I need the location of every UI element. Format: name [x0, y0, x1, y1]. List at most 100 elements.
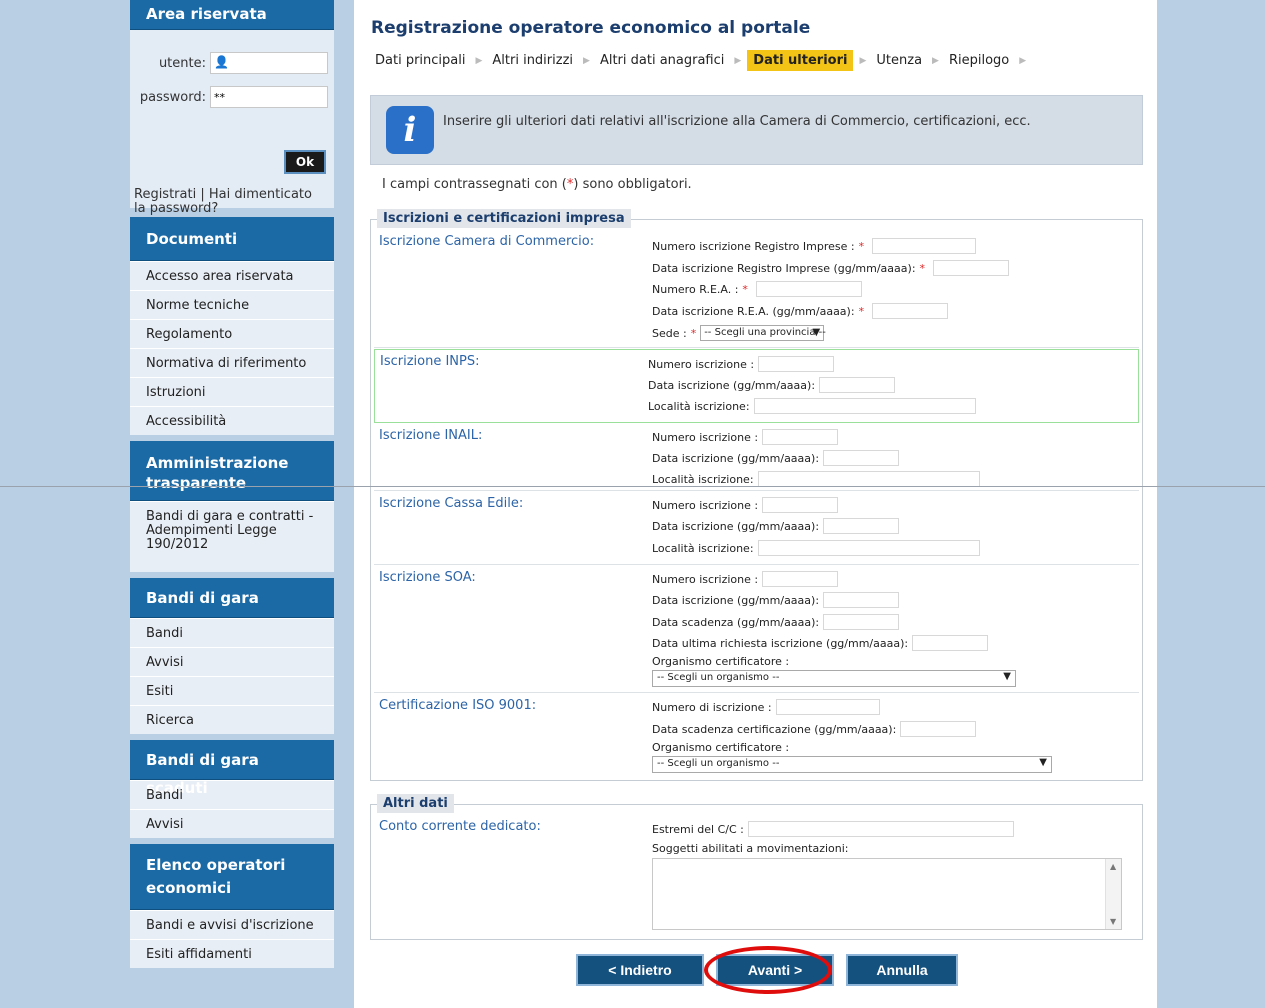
section-cassa-edile: Iscrizione Cassa Edile: Numero iscrizion…	[374, 492, 1139, 565]
sidebar-item-bandi-iscrizione[interactable]: Bandi e avvisi d'iscrizione	[130, 910, 334, 939]
operators-title: Elenco operatori economici	[130, 844, 334, 910]
field-inps-numero: Numero iscrizione :	[648, 356, 835, 372]
inps-data-input[interactable]	[819, 377, 896, 393]
user-field-wrap: 👤	[210, 52, 328, 74]
fieldset-iscrizioni: Iscrizioni e certificazioni impresa Iscr…	[370, 209, 1143, 781]
login-form: utente: 👤 password: Ok Registrati | Hai …	[130, 30, 334, 216]
numero-registro-input[interactable]	[872, 238, 977, 254]
sidebar-item-regolamento[interactable]: Regolamento	[130, 319, 334, 348]
field-cassa-numero: Numero iscrizione :	[652, 497, 839, 513]
iso-numero-input[interactable]	[775, 699, 880, 715]
soa-numero-input[interactable]	[762, 571, 839, 587]
expired-list: Bandi Avvisi	[130, 780, 334, 838]
sidebar-item-ricerca[interactable]: Ricerca	[130, 705, 334, 734]
info-text: Inserire gli ulteriori dati relativi all…	[443, 114, 1031, 129]
cassa-localita-input[interactable]	[757, 540, 980, 556]
sidebar-item-scaduti-avvisi[interactable]: Avvisi	[130, 809, 334, 838]
section-title: Iscrizione SOA:	[379, 570, 476, 585]
chevron-down-icon: ▼	[1039, 757, 1047, 768]
sede-select[interactable]: -- Scegli una provincia -- ▼	[700, 325, 826, 341]
field-inail-localita: Località iscrizione:	[652, 471, 980, 487]
soggetti-textarea[interactable]: ▲ ▼	[652, 858, 1122, 930]
soa-organismo-select[interactable]: -- Scegli un organismo -- ▼	[652, 670, 1016, 687]
field-soa-data: Data iscrizione (gg/mm/aaaa):	[652, 592, 900, 608]
info-box: i Inserire gli ulteriori dati relativi a…	[370, 95, 1143, 165]
wizard-separator-icon: ▶	[859, 55, 867, 66]
login-links[interactable]: Registrati | Hai dimenticato la password…	[134, 188, 324, 216]
wizard-separator-icon: ▶	[1019, 55, 1027, 66]
wizard-separator-icon: ▶	[583, 55, 590, 66]
inps-localita-input[interactable]	[753, 398, 976, 414]
numero-rea-input[interactable]	[755, 281, 862, 297]
action-buttons: < Indietro Avanti > Annulla	[576, 954, 958, 986]
wizard-step-altri-indirizzi: Altri indirizzi	[492, 53, 574, 68]
operators-list: Bandi e avvisi d'iscrizione Esiti affida…	[130, 910, 334, 968]
password-row: password:	[134, 86, 328, 108]
wizard-step-dati-ulteriori: Dati ulteriori	[747, 50, 854, 71]
info-icon: i	[386, 106, 434, 154]
data-rea-input[interactable]	[872, 303, 949, 319]
sidebar-item-normativa[interactable]: Normativa di riferimento	[130, 348, 334, 377]
estremi-cc-input[interactable]	[747, 821, 1014, 837]
fieldset-altri-dati: Altri dati Conto corrente dedicato: Estr…	[370, 794, 1143, 940]
section-title: Certificazione ISO 9001:	[379, 698, 537, 713]
field-soa-scadenza: Data scadenza (gg/mm/aaaa):	[652, 614, 900, 630]
wizard-step-altri-dati: Altri dati anagrafici	[599, 53, 725, 68]
textarea-scrollbar[interactable]: ▲ ▼	[1105, 859, 1121, 929]
iso-organismo-select[interactable]: -- Scegli un organismo -- ▼	[652, 756, 1052, 773]
field-sede: Sede : * -- Scegli una provincia -- ▼	[652, 325, 826, 341]
inail-localita-input[interactable]	[757, 471, 980, 487]
soa-ultima-input[interactable]	[912, 635, 989, 651]
cancel-button[interactable]: Annulla	[846, 954, 958, 986]
inail-data-input[interactable]	[823, 450, 900, 466]
main-content: Registrazione operatore economico al por…	[354, 0, 1157, 1008]
sidebar-item-avvisi[interactable]: Avvisi	[130, 647, 334, 676]
inps-numero-input[interactable]	[758, 356, 835, 372]
sidebar-item-scaduti-bandi[interactable]: Bandi	[130, 780, 334, 809]
soa-data-input[interactable]	[823, 592, 900, 608]
field-iso-numero: Numero di iscrizione :	[652, 699, 880, 715]
section-title: Iscrizione Cassa Edile:	[379, 496, 524, 511]
back-button[interactable]: < Indietro	[576, 954, 704, 986]
scroll-down-icon[interactable]: ▼	[1110, 917, 1116, 926]
chevron-down-icon: ▼	[812, 327, 821, 338]
sidebar-item-esiti[interactable]: Esiti	[130, 676, 334, 705]
sidebar-item-esiti-affidamenti[interactable]: Esiti affidamenti	[130, 939, 334, 968]
wizard-step-riepilogo: Riepilogo	[948, 53, 1010, 68]
sidebar-item-accessibilita[interactable]: Accessibilità	[130, 406, 334, 435]
scroll-up-icon[interactable]: ▲	[1110, 862, 1116, 871]
next-button[interactable]: Avanti >	[716, 954, 834, 986]
password-label: password:	[139, 89, 206, 105]
section-inps: Iscrizione INPS: Numero iscrizione : Dat…	[374, 349, 1139, 423]
tenders-list: Bandi Avvisi Esiti Ricerca	[130, 618, 334, 734]
sidebar-item-accesso[interactable]: Accesso area riservata	[130, 261, 334, 290]
inail-numero-input[interactable]	[762, 429, 839, 445]
field-cassa-localita: Località iscrizione:	[652, 540, 980, 556]
sidebar-item-istruzioni[interactable]: Istruzioni	[130, 377, 334, 406]
login-box: Area riservata utente: 👤 password: Ok Re…	[130, 0, 334, 216]
field-inail-data: Data iscrizione (gg/mm/aaaa):	[652, 450, 900, 466]
password-input[interactable]	[210, 86, 328, 108]
user-icon: 👤	[214, 55, 229, 69]
soa-scadenza-input[interactable]	[823, 614, 900, 630]
wizard-separator-icon: ▶	[475, 55, 483, 66]
field-soa-organismo: Organismo certificatore :	[652, 655, 790, 668]
field-soggetti: Soggetti abilitati a movimentazioni:	[652, 842, 849, 855]
field-numero-rea: Numero R.E.A. : *	[652, 281, 862, 297]
ok-button[interactable]: Ok	[284, 150, 326, 174]
sidebar-item-bandi-contratti[interactable]: Bandi di gara e contratti - Adempimenti …	[130, 501, 334, 572]
field-inps-data: Data iscrizione (gg/mm/aaaa):	[648, 377, 896, 393]
field-cassa-data: Data iscrizione (gg/mm/aaaa):	[652, 518, 900, 534]
section-title: Iscrizione Camera di Commercio:	[379, 234, 595, 249]
section-conto-corrente: Conto corrente dedicato: Estremi del C/C…	[374, 815, 1139, 937]
cassa-numero-input[interactable]	[762, 497, 839, 513]
sidebar-item-norme[interactable]: Norme tecniche	[130, 290, 334, 319]
wizard-separator-icon: ▶	[734, 55, 742, 66]
iso-scadenza-input[interactable]	[900, 721, 977, 737]
field-data-rea: Data iscrizione R.E.A. (gg/mm/aaaa): *	[652, 303, 949, 319]
cassa-data-input[interactable]	[823, 518, 900, 534]
data-registro-input[interactable]	[933, 260, 1010, 276]
section-title: Conto corrente dedicato:	[379, 819, 541, 834]
sidebar-item-bandi[interactable]: Bandi	[130, 618, 334, 647]
wizard-step-dati-principali: Dati principali	[375, 53, 466, 68]
